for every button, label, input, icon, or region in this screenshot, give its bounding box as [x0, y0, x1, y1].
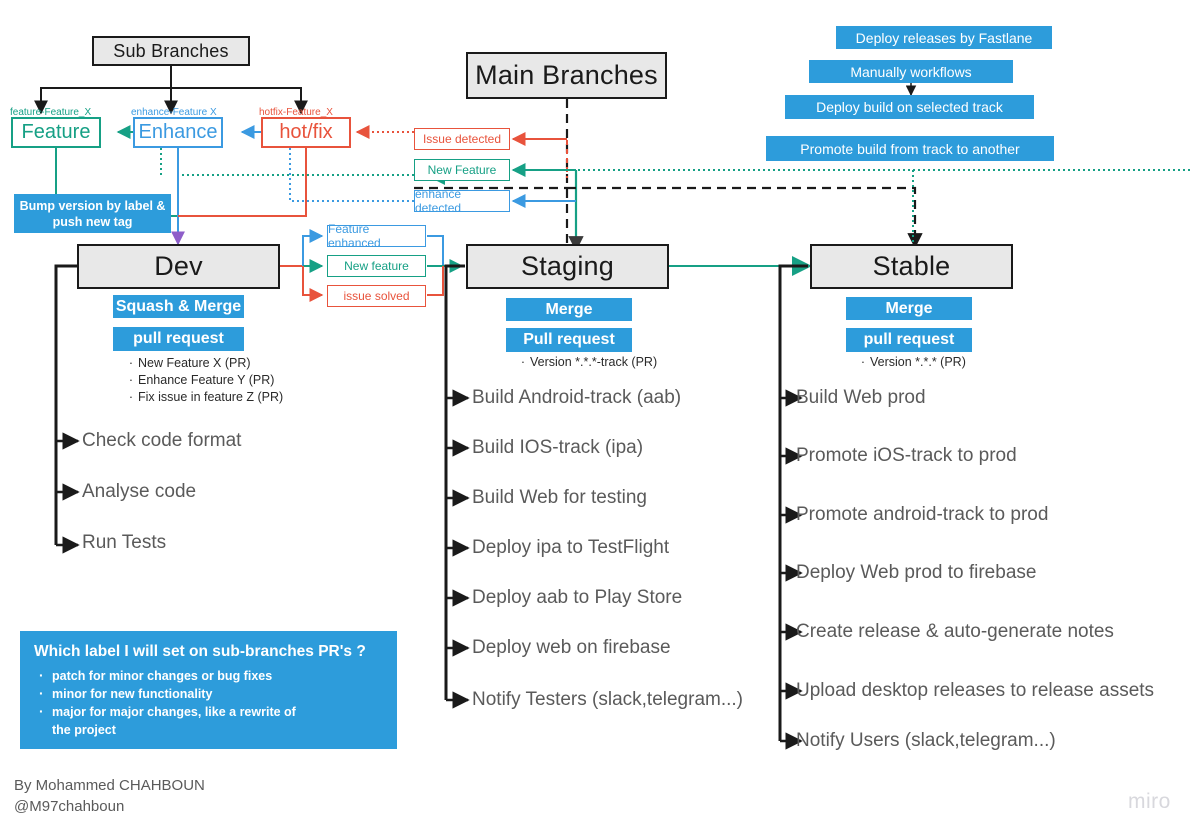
dev-chip-squash-merge-label: Squash & Merge — [115, 297, 242, 315]
list-item: patch for minor changes or bug fixes — [34, 666, 383, 685]
branch-box-feature-label: Feature — [21, 121, 91, 143]
list-item: major for major changes, like a rewrite … — [34, 702, 383, 721]
dev-title: Dev — [154, 251, 203, 281]
note-chip-promote-build-label: Promote build from track to another — [800, 140, 1020, 157]
main-branches-label: Main Branches — [475, 60, 658, 90]
dev-chip-pull-request[interactable]: pull request — [113, 327, 244, 351]
stable-chip-merge-label: Merge — [885, 299, 933, 317]
branch-box-hotfix-label: hot/fix — [279, 121, 333, 143]
note-chip-deploy-releases[interactable]: Deploy releases by Fastlane — [836, 26, 1052, 49]
diagram-canvas: Sub Branches Main Branches feature-Featu… — [0, 0, 1197, 834]
event-box-new-feature-dev[interactable]: New feature — [327, 255, 426, 277]
stable-chip-pull-request[interactable]: pull request — [846, 328, 972, 352]
staging-task-deploy-web: Deploy web on firebase — [472, 637, 671, 658]
staging-box[interactable]: Staging — [466, 244, 669, 289]
dev-chip-squash-merge[interactable]: Squash & Merge — [113, 295, 244, 318]
staging-chip-merge-label: Merge — [545, 300, 593, 318]
stable-task-notify-users: Notify Users (slack,telegram...) — [796, 730, 1056, 751]
main-branches-box[interactable]: Main Branches — [466, 52, 667, 99]
stable-title: Stable — [872, 251, 951, 281]
stable-chip-merge[interactable]: Merge — [846, 297, 972, 320]
list-item: minor for new functionality — [34, 684, 383, 703]
event-box-new-feature-main[interactable]: New Feature — [414, 159, 510, 181]
miro-watermark: miro — [1128, 790, 1171, 813]
bump-version-chip[interactable]: Bump version by label & push new tag — [14, 194, 171, 233]
note-chip-manually-workflows-label: Manually workflows — [850, 63, 972, 80]
dev-bullet-list: New Feature X (PR) Enhance Feature Y (PR… — [124, 355, 283, 406]
staging-chip-merge[interactable]: Merge — [506, 298, 632, 321]
credits-author: By Mohammed CHAHBOUN — [14, 777, 205, 794]
stable-task-build-web-prod: Build Web prod — [796, 387, 926, 408]
dev-task-check-code-format: Check code format — [82, 430, 242, 451]
event-box-issue-detected[interactable]: Issue detected — [414, 128, 510, 150]
stable-task-promote-ios: Promote iOS-track to prod — [796, 445, 1017, 466]
credits-handle: @M97chahboun — [14, 798, 125, 815]
label-policy-title: Which label I will set on sub-branches P… — [34, 643, 366, 660]
list-item-continuation: the project — [52, 723, 116, 737]
note-chip-promote-build[interactable]: Promote build from track to another — [766, 136, 1054, 161]
event-box-new-feature-main-label: New Feature — [427, 163, 497, 177]
stable-box[interactable]: Stable — [810, 244, 1013, 289]
label-policy-panel[interactable]: Which label I will set on sub-branches P… — [20, 631, 397, 749]
branch-box-enhance[interactable]: Enhance — [133, 117, 223, 148]
dev-chip-pull-request-label: pull request — [133, 330, 224, 347]
event-box-feature-enhanced[interactable]: Feature enhanced — [327, 222, 426, 250]
staging-title: Staging — [521, 251, 614, 281]
staging-chip-pull-request-label: Pull request — [523, 331, 615, 348]
staging-bullet-list: Version *.*.*-track (PR) — [516, 354, 657, 371]
bump-version-label: Bump version by label & push new tag — [19, 198, 166, 229]
branch-box-hotfix[interactable]: hot/fix — [261, 117, 351, 148]
note-chip-deploy-releases-label: Deploy releases by Fastlane — [855, 29, 1033, 46]
stable-chip-pull-request-label: pull request — [863, 331, 955, 348]
dev-task-run-tests: Run Tests — [82, 532, 167, 553]
stable-task-upload-desktop: Upload desktop releases to release asset… — [796, 680, 1155, 701]
dev-task-analyse-code: Analyse code — [82, 481, 197, 502]
note-chip-manually-workflows[interactable]: Manually workflows — [809, 60, 1013, 83]
staging-task-build-web: Build Web for testing — [472, 487, 647, 508]
list-item: Enhance Feature Y (PR) — [124, 372, 283, 389]
stable-task-promote-android: Promote android-track to prod — [796, 504, 1049, 525]
event-box-feature-enhanced-label: Feature enhanced — [328, 222, 381, 250]
note-chip-deploy-build-track[interactable]: Deploy build on selected track — [785, 95, 1034, 119]
staging-task-build-android: Build Android-track (aab) — [472, 387, 682, 408]
event-box-issue-detected-label: Issue detected — [422, 132, 502, 146]
branch-box-feature[interactable]: Feature — [11, 117, 101, 148]
branch-box-enhance-label: Enhance — [138, 121, 218, 143]
staging-task-notify-testers: Notify Testers (slack,telegram...) — [472, 689, 744, 710]
list-item: Fix issue in feature Z (PR) — [124, 389, 283, 406]
event-box-enhance-detected-label: enhance detected — [415, 187, 462, 215]
credits: By Mohammed CHAHBOUN @M97chahboun — [14, 775, 205, 817]
staging-task-deploy-ipa: Deploy ipa to TestFlight — [472, 537, 670, 558]
event-box-issue-solved[interactable]: issue solved — [327, 285, 426, 307]
stable-task-deploy-web-firebase: Deploy Web prod to firebase — [796, 562, 1037, 583]
list-item: Version *.*.* (PR) — [856, 354, 966, 371]
note-chip-deploy-build-track-label: Deploy build on selected track — [816, 99, 1003, 115]
list-item: Version *.*.*-track (PR) — [516, 354, 657, 371]
stable-bullet-list: Version *.*.* (PR) — [856, 354, 966, 371]
stable-task-create-release: Create release & auto-generate notes — [796, 621, 1114, 642]
event-box-issue-solved-label: issue solved — [343, 289, 410, 303]
sub-branches-label: Sub Branches — [113, 40, 229, 61]
event-box-enhance-detected[interactable]: enhance detected — [414, 187, 510, 215]
staging-chip-pull-request[interactable]: Pull request — [506, 328, 632, 352]
staging-task-deploy-aab: Deploy aab to Play Store — [472, 587, 683, 608]
dev-box[interactable]: Dev — [77, 244, 280, 289]
sub-branches-box[interactable]: Sub Branches — [92, 36, 250, 66]
staging-task-build-ios: Build IOS-track (ipa) — [472, 437, 644, 458]
label-policy-list: patch for minor changes or bug fixes min… — [34, 666, 383, 739]
list-item: New Feature X (PR) — [124, 355, 283, 372]
event-box-new-feature-dev-label: New feature — [344, 259, 409, 273]
